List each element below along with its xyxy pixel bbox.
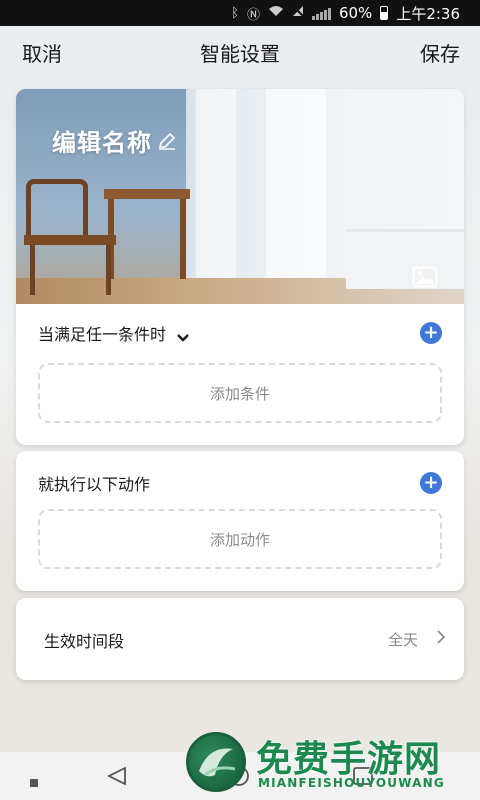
conditions-title: 当满足任一条件时 — [38, 325, 167, 344]
image-icon[interactable] — [412, 266, 438, 288]
chair-leg-decoration — [106, 245, 111, 295]
scene-name: 编辑名称 — [52, 129, 152, 157]
bed-decoration — [346, 229, 464, 289]
clock: 上午2:36 — [396, 4, 460, 23]
watermark-text-en: MIANFEISHOUYOUWANG — [258, 776, 445, 790]
time-period-value: 全天 — [387, 631, 418, 649]
save-button[interactable]: 保存 — [420, 38, 460, 67]
bluetooth-icon: ᛒ — [231, 5, 239, 21]
edit-name-button[interactable]: 编辑名称 — [52, 123, 178, 158]
wifi-icon — [268, 5, 284, 21]
battery-icon — [380, 6, 389, 20]
back-icon[interactable] — [106, 766, 128, 790]
chevron-down-icon[interactable] — [176, 328, 190, 342]
top-nav: 取消 智能设置 保存 — [0, 26, 480, 78]
no-sim-icon — [292, 5, 304, 21]
nfc-icon: Ⓝ — [246, 7, 260, 23]
chevron-right-icon — [436, 629, 446, 645]
actions-title: 就执行以下动作 — [38, 475, 151, 494]
add-condition-label: 添加条件 — [209, 384, 270, 403]
cancel-button[interactable]: 取消 — [22, 38, 62, 67]
recent-apps-icon[interactable] — [30, 772, 38, 791]
add-condition-button[interactable]: 添加条件 — [38, 363, 442, 423]
conditions-header: 当满足任一条件时 + — [38, 321, 444, 345]
signal-icon — [311, 7, 331, 20]
watermark-logo-icon — [186, 732, 246, 792]
actions-card: 就执行以下动作 + 添加动作 — [16, 451, 464, 591]
desk-decoration — [104, 189, 190, 199]
battery-percent: 60% — [338, 4, 373, 22]
curtain-decoration — [266, 89, 326, 304]
chair-decoration — [26, 179, 88, 237]
add-action-icon[interactable]: + — [420, 472, 442, 494]
curtain-decoration — [196, 89, 236, 304]
add-action-label: 添加动作 — [209, 530, 270, 549]
time-period-row[interactable]: 生效时间段 全天 — [16, 598, 464, 680]
status-bar: ᛒ Ⓝ 60% 上午2:36 — [0, 0, 480, 26]
chair-seat-decoration — [24, 235, 116, 245]
desk-leg-decoration — [180, 199, 186, 279]
scene-cover-image: 编辑名称 — [16, 89, 464, 304]
pencil-icon — [156, 130, 178, 152]
chair-leg-decoration — [30, 245, 35, 295]
watermark: 免费手游网 MIANFEISHOUYOUWANG — [186, 730, 480, 800]
page-title: 智能设置 — [200, 41, 280, 66]
add-condition-icon[interactable]: + — [420, 322, 442, 344]
actions-header: 就执行以下动作 + — [38, 471, 444, 495]
add-action-button[interactable]: 添加动作 — [38, 509, 442, 569]
watermark-text-cn: 免费手游网 — [256, 739, 442, 780]
time-period-label: 生效时间段 — [44, 632, 125, 651]
scene-card: 编辑名称 当满足任一条件时 + 添加条件 — [16, 89, 464, 445]
